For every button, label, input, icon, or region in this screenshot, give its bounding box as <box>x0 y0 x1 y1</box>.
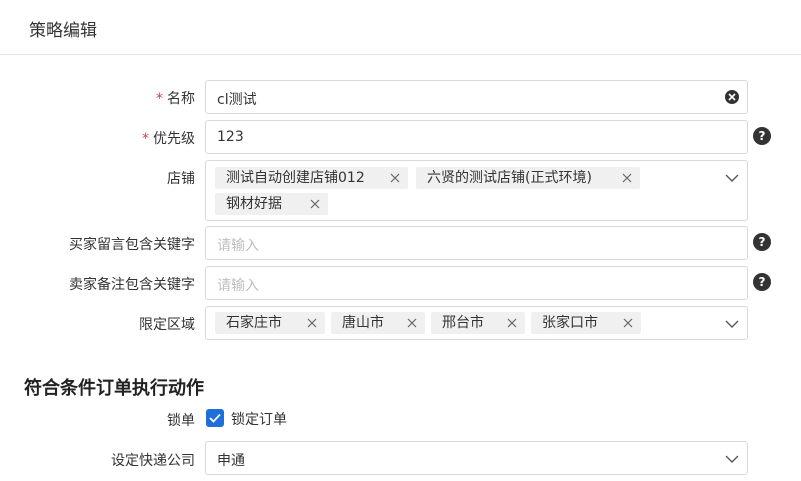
close-icon[interactable] <box>622 173 632 183</box>
buyer-keywords-label: 买家留言包含关键字 <box>69 237 195 253</box>
shop-select[interactable]: 测试自动创建店铺012 六贤的测试店铺(正式环境) 钢材好据 <box>205 160 748 221</box>
lock-checkbox-label[interactable]: 锁定订单 <box>231 409 287 429</box>
placeholder: 请输入 <box>217 238 259 254</box>
name-value: cl测试 <box>217 92 257 108</box>
buyer-keywords-input[interactable]: 请输入 <box>205 226 748 260</box>
required-mark: * <box>142 131 149 147</box>
clear-icon[interactable] <box>725 90 739 104</box>
shop-label: 店铺 <box>167 171 195 187</box>
express-label: 设定快递公司 <box>111 453 195 469</box>
page-title: 策略编辑 <box>29 21 97 41</box>
required-mark: * <box>156 91 163 107</box>
seller-keywords-input[interactable]: 请输入 <box>205 266 748 300</box>
shop-tag: 测试自动创建店铺012 <box>215 167 408 189</box>
name-input[interactable]: cl测试 <box>205 80 748 114</box>
seller-keywords-label: 卖家备注包含关键字 <box>69 277 195 293</box>
chevron-down-icon[interactable] <box>725 319 739 329</box>
shop-tag: 钢材好据 <box>215 193 328 215</box>
region-tag: 唐山市 <box>331 312 425 334</box>
close-icon[interactable] <box>407 318 417 328</box>
region-tag: 张家口市 <box>531 312 641 334</box>
section-title: 符合条件订单执行动作 <box>24 378 204 399</box>
chevron-down-icon[interactable] <box>725 454 739 464</box>
express-value: 申通 <box>217 453 245 469</box>
page-header: 策略编辑 <box>0 0 801 55</box>
close-icon[interactable] <box>307 318 317 328</box>
lock-checkbox[interactable] <box>206 409 224 427</box>
lock-label: 锁单 <box>167 413 195 429</box>
help-icon[interactable]: ? <box>753 273 771 291</box>
priority-value: 123 <box>217 129 244 145</box>
region-tag: 石家庄市 <box>215 312 325 334</box>
placeholder: 请输入 <box>217 278 259 294</box>
close-icon[interactable] <box>310 199 320 209</box>
chevron-down-icon[interactable] <box>725 173 739 183</box>
priority-input[interactable]: 123 <box>205 120 748 154</box>
region-select[interactable]: 石家庄市 唐山市 邢台市 张家口市 <box>205 306 748 340</box>
help-icon[interactable]: ? <box>753 233 771 251</box>
shop-tag: 六贤的测试店铺(正式环境) <box>416 167 640 189</box>
name-label: * 名称 <box>156 91 195 107</box>
help-icon[interactable]: ? <box>753 127 771 145</box>
close-icon[interactable] <box>390 173 400 183</box>
priority-label: * 优先级 <box>142 131 195 147</box>
close-icon[interactable] <box>507 318 517 328</box>
region-tag: 邢台市 <box>431 312 525 334</box>
express-select[interactable]: 申通 <box>205 441 748 475</box>
close-icon[interactable] <box>623 318 633 328</box>
check-icon <box>209 413 221 423</box>
region-label: 限定区域 <box>139 317 195 333</box>
